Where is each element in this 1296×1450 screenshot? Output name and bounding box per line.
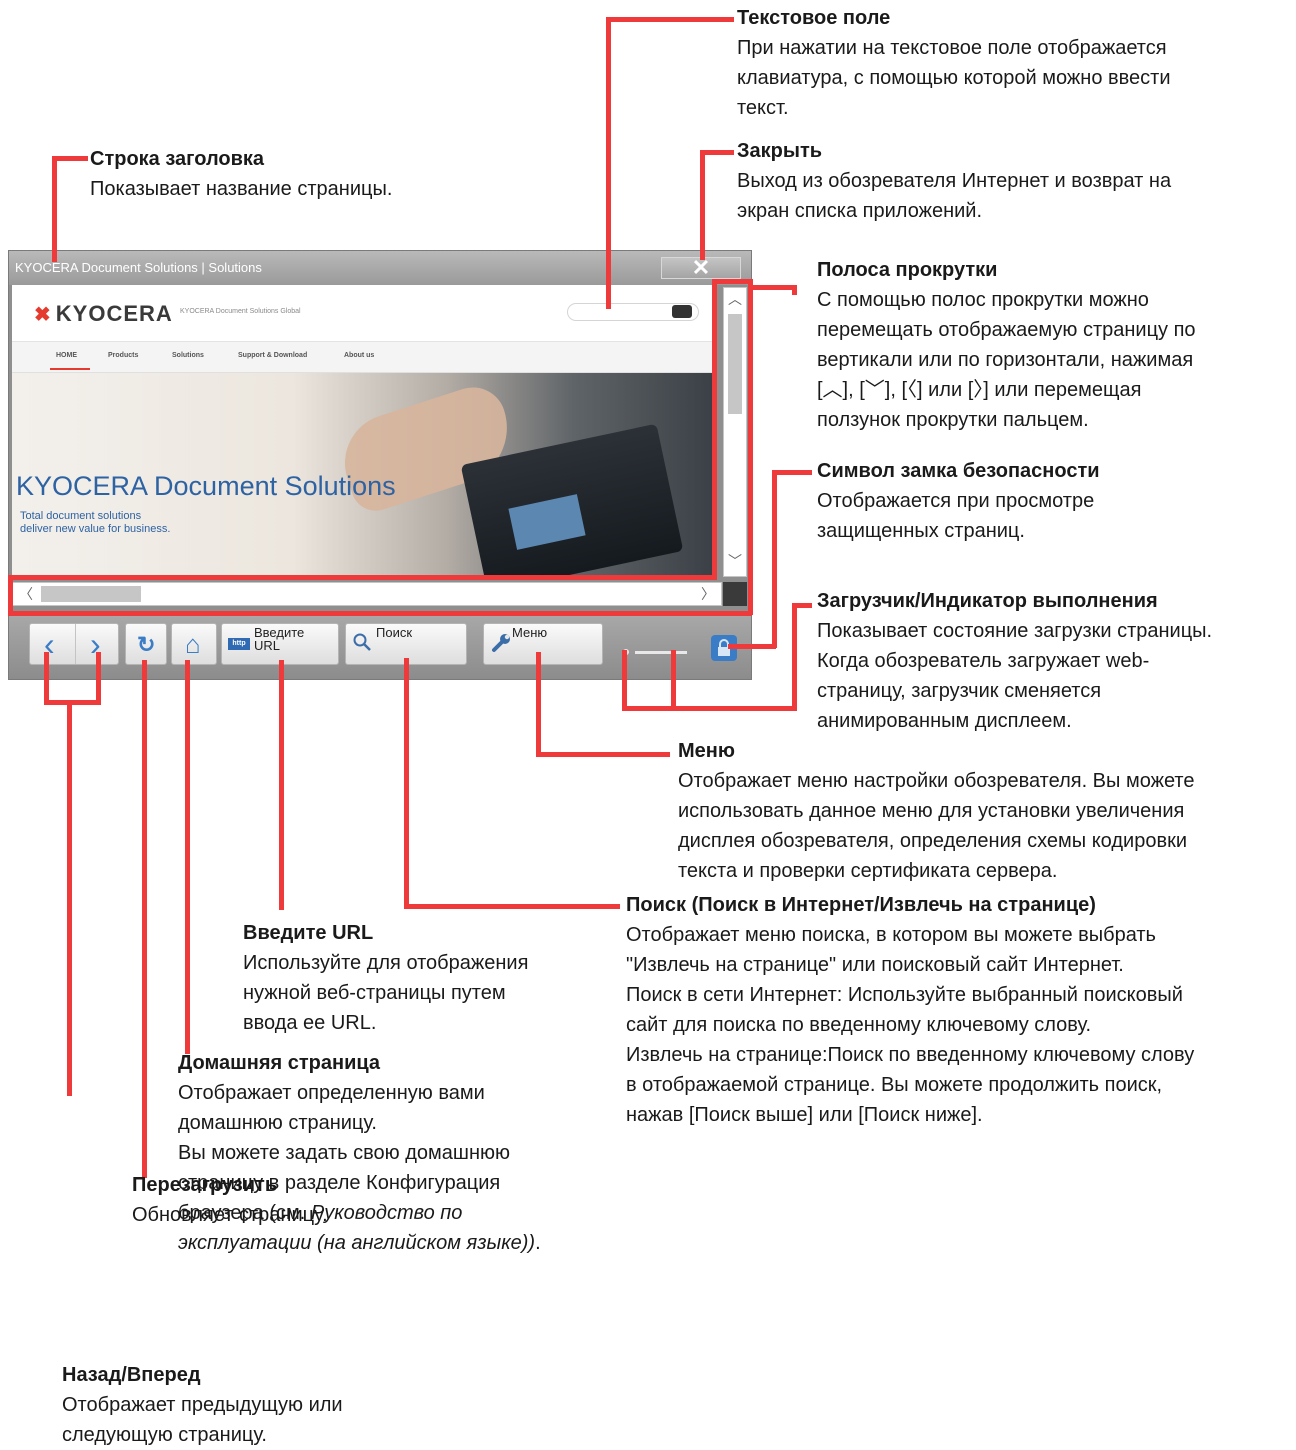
back-forward-group: ‹ ›: [29, 623, 119, 665]
scroll-down-icon[interactable]: ﹀: [728, 554, 742, 568]
url-button-label-2: URL: [254, 638, 281, 653]
horizontal-scrollbar[interactable]: 〈 〉: [12, 582, 722, 606]
menu-button-label: Меню: [512, 625, 548, 640]
site-logo-subtitle: KYOCERA Document Solutions Global: [180, 308, 301, 315]
back-button[interactable]: ‹: [30, 624, 74, 664]
scroll-left-icon[interactable]: 〈: [19, 587, 33, 601]
search-button-label: Поиск: [376, 625, 413, 640]
title-bar: KYOCERA Document Solutions | Solutions ✕: [9, 251, 751, 285]
annotation-back-forward: Назад/Вперед Отображает предыдущую или с…: [62, 1364, 343, 1446]
search-icon[interactable]: [672, 305, 692, 318]
search-icon: [353, 633, 371, 651]
annotation-title-bar: Строка заголовка Показывает название стр…: [90, 148, 393, 200]
vertical-scroll-thumb[interactable]: [728, 314, 742, 414]
annotation-search: Поиск (Поиск в Интернет/Извлечь на стран…: [626, 894, 1195, 1126]
scroll-up-icon[interactable]: ︿: [728, 292, 742, 306]
reload-button[interactable]: ↻: [125, 623, 167, 665]
site-nav-solutions[interactable]: Solutions: [172, 352, 204, 359]
nav-active-indicator: [50, 368, 90, 370]
annotation-lock: Символ замка безопасности Отображается п…: [817, 460, 1100, 542]
site-nav-support[interactable]: Support & Download: [238, 352, 307, 359]
annotation-scrollbar: Полоса прокрутки С помощью полос прокрут…: [817, 259, 1196, 431]
browser-toolbar: ‹ › ↻ ⌂ http Введите URL Поиск Меню: [9, 613, 751, 679]
annotation-text-field: Текстовое поле При нажатии на текстовое …: [737, 7, 1171, 119]
progress-indicator: [635, 651, 687, 654]
hero-subtitle-2: deliver new value for business.: [20, 523, 171, 535]
scroll-corner: [723, 582, 747, 606]
home-button[interactable]: ⌂: [171, 623, 217, 665]
annotation-loader: Загрузчик/Индикатор выполнения Показывае…: [817, 590, 1213, 732]
site-nav-about[interactable]: About us: [344, 352, 374, 359]
hero-subtitle-1: Total document solutions: [20, 510, 142, 522]
close-button[interactable]: ✕: [661, 255, 741, 280]
site-nav-products[interactable]: Products: [108, 352, 138, 359]
annotation-url: Введите URL Используйте для отображения …: [243, 922, 529, 1034]
menu-button[interactable]: Меню: [483, 623, 603, 665]
web-page-viewport[interactable]: ✖ KYOCERA KYOCERA Document Solutions Glob…: [12, 285, 714, 577]
wrench-icon: [492, 634, 510, 652]
scroll-right-icon[interactable]: 〉: [701, 587, 715, 601]
reload-icon: ↻: [137, 632, 156, 657]
page-title: KYOCERA Document Solutions | Solutions: [15, 260, 262, 275]
url-icon: http: [228, 638, 250, 650]
site-logo[interactable]: ✖ KYOCERA: [34, 301, 173, 327]
home-icon: ⌂: [185, 629, 201, 659]
site-nav: HOME Products Solutions Support & Downlo…: [12, 342, 714, 373]
url-button[interactable]: http Введите URL: [221, 623, 339, 665]
hero-title: KYOCERA Document Solutions: [16, 471, 396, 501]
hero-banner[interactable]: KYOCERA Document Solutions Total documen…: [12, 373, 714, 577]
logo-mark-icon: ✖: [34, 304, 52, 326]
vertical-scrollbar[interactable]: ︿ ﹀: [723, 287, 747, 577]
site-nav-home[interactable]: HOME: [56, 352, 77, 359]
annotation-reload: Перезагрузить Обновляет страницу.: [132, 1174, 328, 1226]
annotation-close: Закрыть Выход из обозревателя Интернет и…: [737, 140, 1172, 222]
horizontal-scroll-thumb[interactable]: [41, 586, 141, 602]
annotation-menu: Меню Отображает меню настройки обозреват…: [678, 740, 1195, 882]
